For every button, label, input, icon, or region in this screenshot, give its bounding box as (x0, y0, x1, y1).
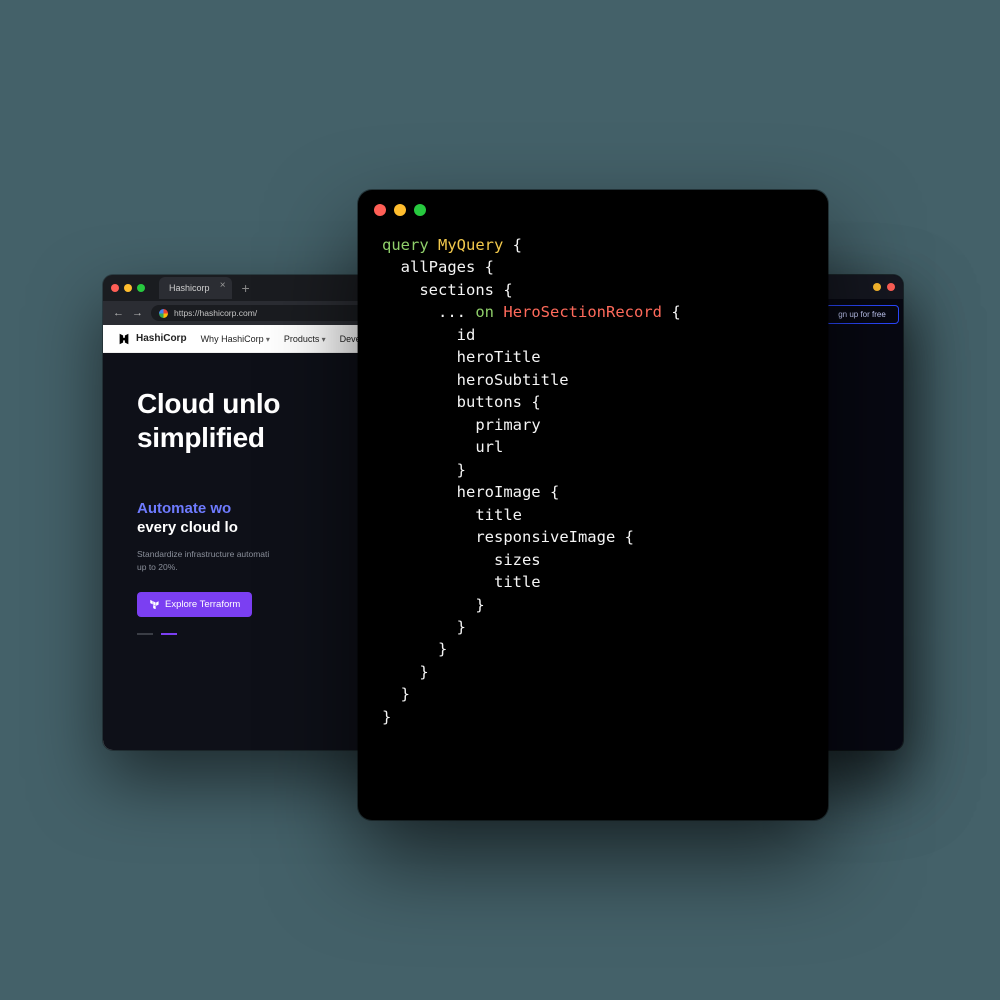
search-engine-icon (159, 309, 168, 318)
nav-item-why[interactable]: Why HashiCorp (201, 334, 270, 344)
window-controls[interactable] (825, 275, 903, 299)
keyword-query: query (382, 236, 429, 254)
minimize-icon[interactable] (124, 284, 132, 292)
code-block[interactable]: query MyQuery { allPages { sections { ..… (358, 230, 828, 752)
url-text: https://hashicorp.com/ (174, 308, 257, 318)
window-controls[interactable] (111, 284, 145, 292)
hashicorp-logo-icon (117, 332, 131, 346)
signup-button[interactable]: gn up for free (825, 305, 899, 324)
close-icon[interactable] (111, 284, 119, 292)
carousel-dot[interactable] (137, 633, 153, 635)
nav-item-products[interactable]: Products (284, 334, 326, 344)
code-editor-window: query MyQuery { allPages { sections { ..… (358, 190, 828, 820)
close-icon[interactable] (374, 204, 386, 216)
window-controls[interactable] (358, 190, 828, 230)
explore-terraform-button[interactable]: Explore Terraform (137, 592, 252, 617)
brand[interactable]: HashiCorp (117, 332, 187, 346)
forward-button[interactable]: → (132, 307, 143, 319)
brand-label: HashiCorp (136, 333, 187, 344)
keyword-on: on (475, 303, 494, 321)
minimize-icon[interactable] (394, 204, 406, 216)
hero-blurb: Standardize infrastructure automati up t… (137, 548, 357, 574)
maximize-icon[interactable] (137, 284, 145, 292)
tab-title: Hashicorp (169, 283, 210, 293)
close-icon[interactable] (887, 283, 895, 291)
maximize-icon[interactable] (414, 204, 426, 216)
browser-tab[interactable]: Hashicorp × (159, 277, 232, 299)
back-button[interactable]: ← (113, 307, 124, 319)
secondary-browser-window: gn up for free (825, 275, 903, 750)
new-tab-button[interactable]: + (242, 281, 250, 295)
type-name: HeroSectionRecord (503, 303, 662, 321)
carousel-dot-active[interactable] (161, 633, 177, 635)
close-tab-icon[interactable]: × (220, 280, 226, 291)
query-name: MyQuery (438, 236, 503, 254)
cta-label: Explore Terraform (165, 599, 240, 610)
minimize-icon[interactable] (873, 283, 881, 291)
terraform-icon (149, 599, 159, 609)
